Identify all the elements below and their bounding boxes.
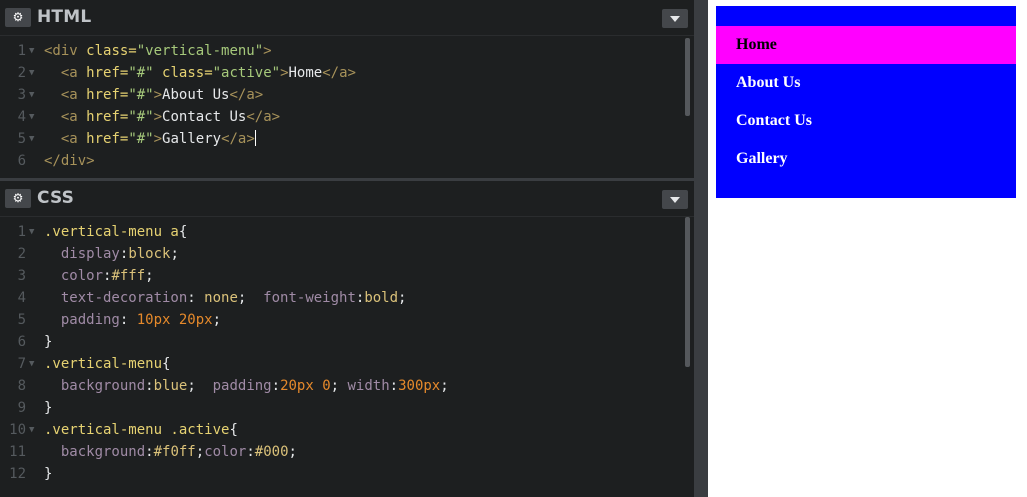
- code-text: color:#fff;: [60, 268, 154, 284]
- css-code-line[interactable]: 8 background:blue; padding:20px 0; width…: [0, 375, 685, 397]
- line-number: 2: [17, 246, 26, 262]
- line-number: 3: [17, 87, 26, 103]
- code-text: background:#f0ff;color:#000;: [60, 444, 297, 460]
- code-text: padding: 10px 20px;: [60, 312, 222, 328]
- html-panel-header: ⚙ HTML: [0, 0, 694, 36]
- css-panel-title: CSS: [37, 188, 75, 208]
- html-code-line[interactable]: 6 </div>: [0, 150, 685, 172]
- fold-arrow-icon[interactable]: ▼: [29, 419, 34, 441]
- line-number: 1: [17, 224, 26, 240]
- line-number: 9: [17, 400, 26, 416]
- line-number: 11: [9, 444, 26, 460]
- line-number: 5: [17, 312, 26, 328]
- code-text: }: [44, 466, 53, 482]
- code-text: background:blue; padding:20px 0; width:3…: [60, 378, 449, 394]
- code-text: }: [44, 334, 53, 350]
- code-text: }: [44, 400, 53, 416]
- fold-arrow-icon[interactable]: ▼: [29, 353, 34, 375]
- css-code-line[interactable]: 3 color:#fff;: [0, 265, 685, 287]
- css-code-line[interactable]: 10 ▼ .vertical-menu .active{: [0, 419, 685, 441]
- html-panel-title: HTML: [37, 7, 92, 27]
- code-text: <a href="#">Gallery</a>: [60, 130, 256, 147]
- line-number: 6: [17, 153, 26, 169]
- css-collapse-chevron-down-icon[interactable]: [662, 190, 688, 209]
- code-text: text-decoration: none; font-weight:bold;: [60, 290, 407, 306]
- code-text: <a href="#" class="active">Home</a>: [60, 65, 356, 81]
- html-code-line[interactable]: 3 ▼ <a href="#">About Us</a>: [0, 84, 685, 106]
- vertical-menu: Home About Us Contact Us Gallery: [716, 6, 1016, 198]
- css-code-line[interactable]: 9}: [0, 397, 685, 419]
- line-number: 4: [17, 290, 26, 306]
- html-code-line[interactable]: 4 ▼ <a href="#">Contact Us</a>: [0, 106, 685, 128]
- css-code-line[interactable]: 7 ▼ .vertical-menu{: [0, 353, 685, 375]
- fold-arrow-icon[interactable]: ▼: [29, 221, 34, 243]
- line-number: 1: [17, 43, 26, 59]
- html-collapse-chevron-down-icon[interactable]: [662, 9, 688, 28]
- html-settings-gear-icon[interactable]: ⚙: [5, 8, 31, 27]
- line-number: 5: [17, 131, 26, 147]
- line-number: 4: [17, 109, 26, 125]
- line-number: 6: [17, 334, 26, 350]
- code-editors: ⚙ HTML 1 ▼ <div class="vertical-menu"> 2 ▼ <…: [0, 0, 694, 497]
- line-number: 10: [9, 422, 26, 438]
- html-panel: ⚙ HTML 1 ▼ <div class="vertical-menu"> 2 ▼ <…: [0, 0, 694, 178]
- code-text: display:block;: [60, 246, 179, 262]
- fold-arrow-icon[interactable]: ▼: [29, 84, 34, 106]
- code-text: .vertical-menu a{: [44, 224, 188, 240]
- code-text: <a href="#">Contact Us</a>: [60, 109, 281, 125]
- css-panel: ⚙ CSS 1 ▼ .vertical-menu a{2 display:block…: [0, 181, 694, 497]
- menu-link-gallery[interactable]: Gallery: [716, 140, 1016, 178]
- css-code-line[interactable]: 5 padding: 10px 20px;: [0, 309, 685, 331]
- line-number: 3: [17, 268, 26, 284]
- css-code-editor[interactable]: 1 ▼ .vertical-menu a{2 display:block; 3 col…: [0, 221, 685, 485]
- html-code-line[interactable]: 1 ▼ <div class="vertical-menu">: [0, 40, 685, 62]
- css-code-line[interactable]: 6}: [0, 331, 685, 353]
- css-code-line[interactable]: 12}: [0, 463, 685, 485]
- css-code-line[interactable]: 1 ▼ .vertical-menu a{: [0, 221, 685, 243]
- line-number: 12: [9, 466, 26, 482]
- fold-arrow-icon[interactable]: ▼: [29, 40, 34, 62]
- code-text: .vertical-menu .active{: [44, 422, 238, 438]
- html-code-line[interactable]: 5 ▼ <a href="#">Gallery</a>: [0, 128, 685, 150]
- line-number: 7: [17, 356, 26, 372]
- menu-link-contact-us[interactable]: Contact Us: [716, 102, 1016, 140]
- menu-link-about-us[interactable]: About Us: [716, 64, 1016, 102]
- code-text: <a href="#">About Us</a>: [60, 87, 264, 103]
- css-code-line[interactable]: 4 text-decoration: none; font-weight:bol…: [0, 287, 685, 309]
- css-panel-header: ⚙ CSS: [0, 181, 694, 217]
- result-preview: Home About Us Contact Us Gallery: [708, 0, 1027, 497]
- line-number: 2: [17, 65, 26, 81]
- code-text: <div class="vertical-menu">: [44, 43, 272, 59]
- editor-preview-divider[interactable]: [694, 0, 708, 497]
- code-text: .vertical-menu{: [44, 356, 171, 372]
- css-code-line[interactable]: 2 display:block;: [0, 243, 685, 265]
- text-cursor: [254, 130, 256, 146]
- menu-link-home[interactable]: Home: [716, 26, 1016, 64]
- fold-arrow-icon[interactable]: ▼: [29, 62, 34, 84]
- fold-arrow-icon[interactable]: ▼: [29, 128, 34, 150]
- css-settings-gear-icon[interactable]: ⚙: [5, 189, 31, 208]
- css-editor-scrollbar[interactable]: [685, 217, 690, 367]
- line-number: 8: [17, 378, 26, 394]
- css-code-line[interactable]: 11 background:#f0ff;color:#000;: [0, 441, 685, 463]
- code-text: </div>: [44, 153, 95, 169]
- html-editor-scrollbar[interactable]: [685, 38, 690, 116]
- fold-arrow-icon[interactable]: ▼: [29, 106, 34, 128]
- html-code-editor[interactable]: 1 ▼ <div class="vertical-menu"> 2 ▼ <a href=…: [0, 40, 685, 172]
- html-code-line[interactable]: 2 ▼ <a href="#" class="active">Home</a>: [0, 62, 685, 84]
